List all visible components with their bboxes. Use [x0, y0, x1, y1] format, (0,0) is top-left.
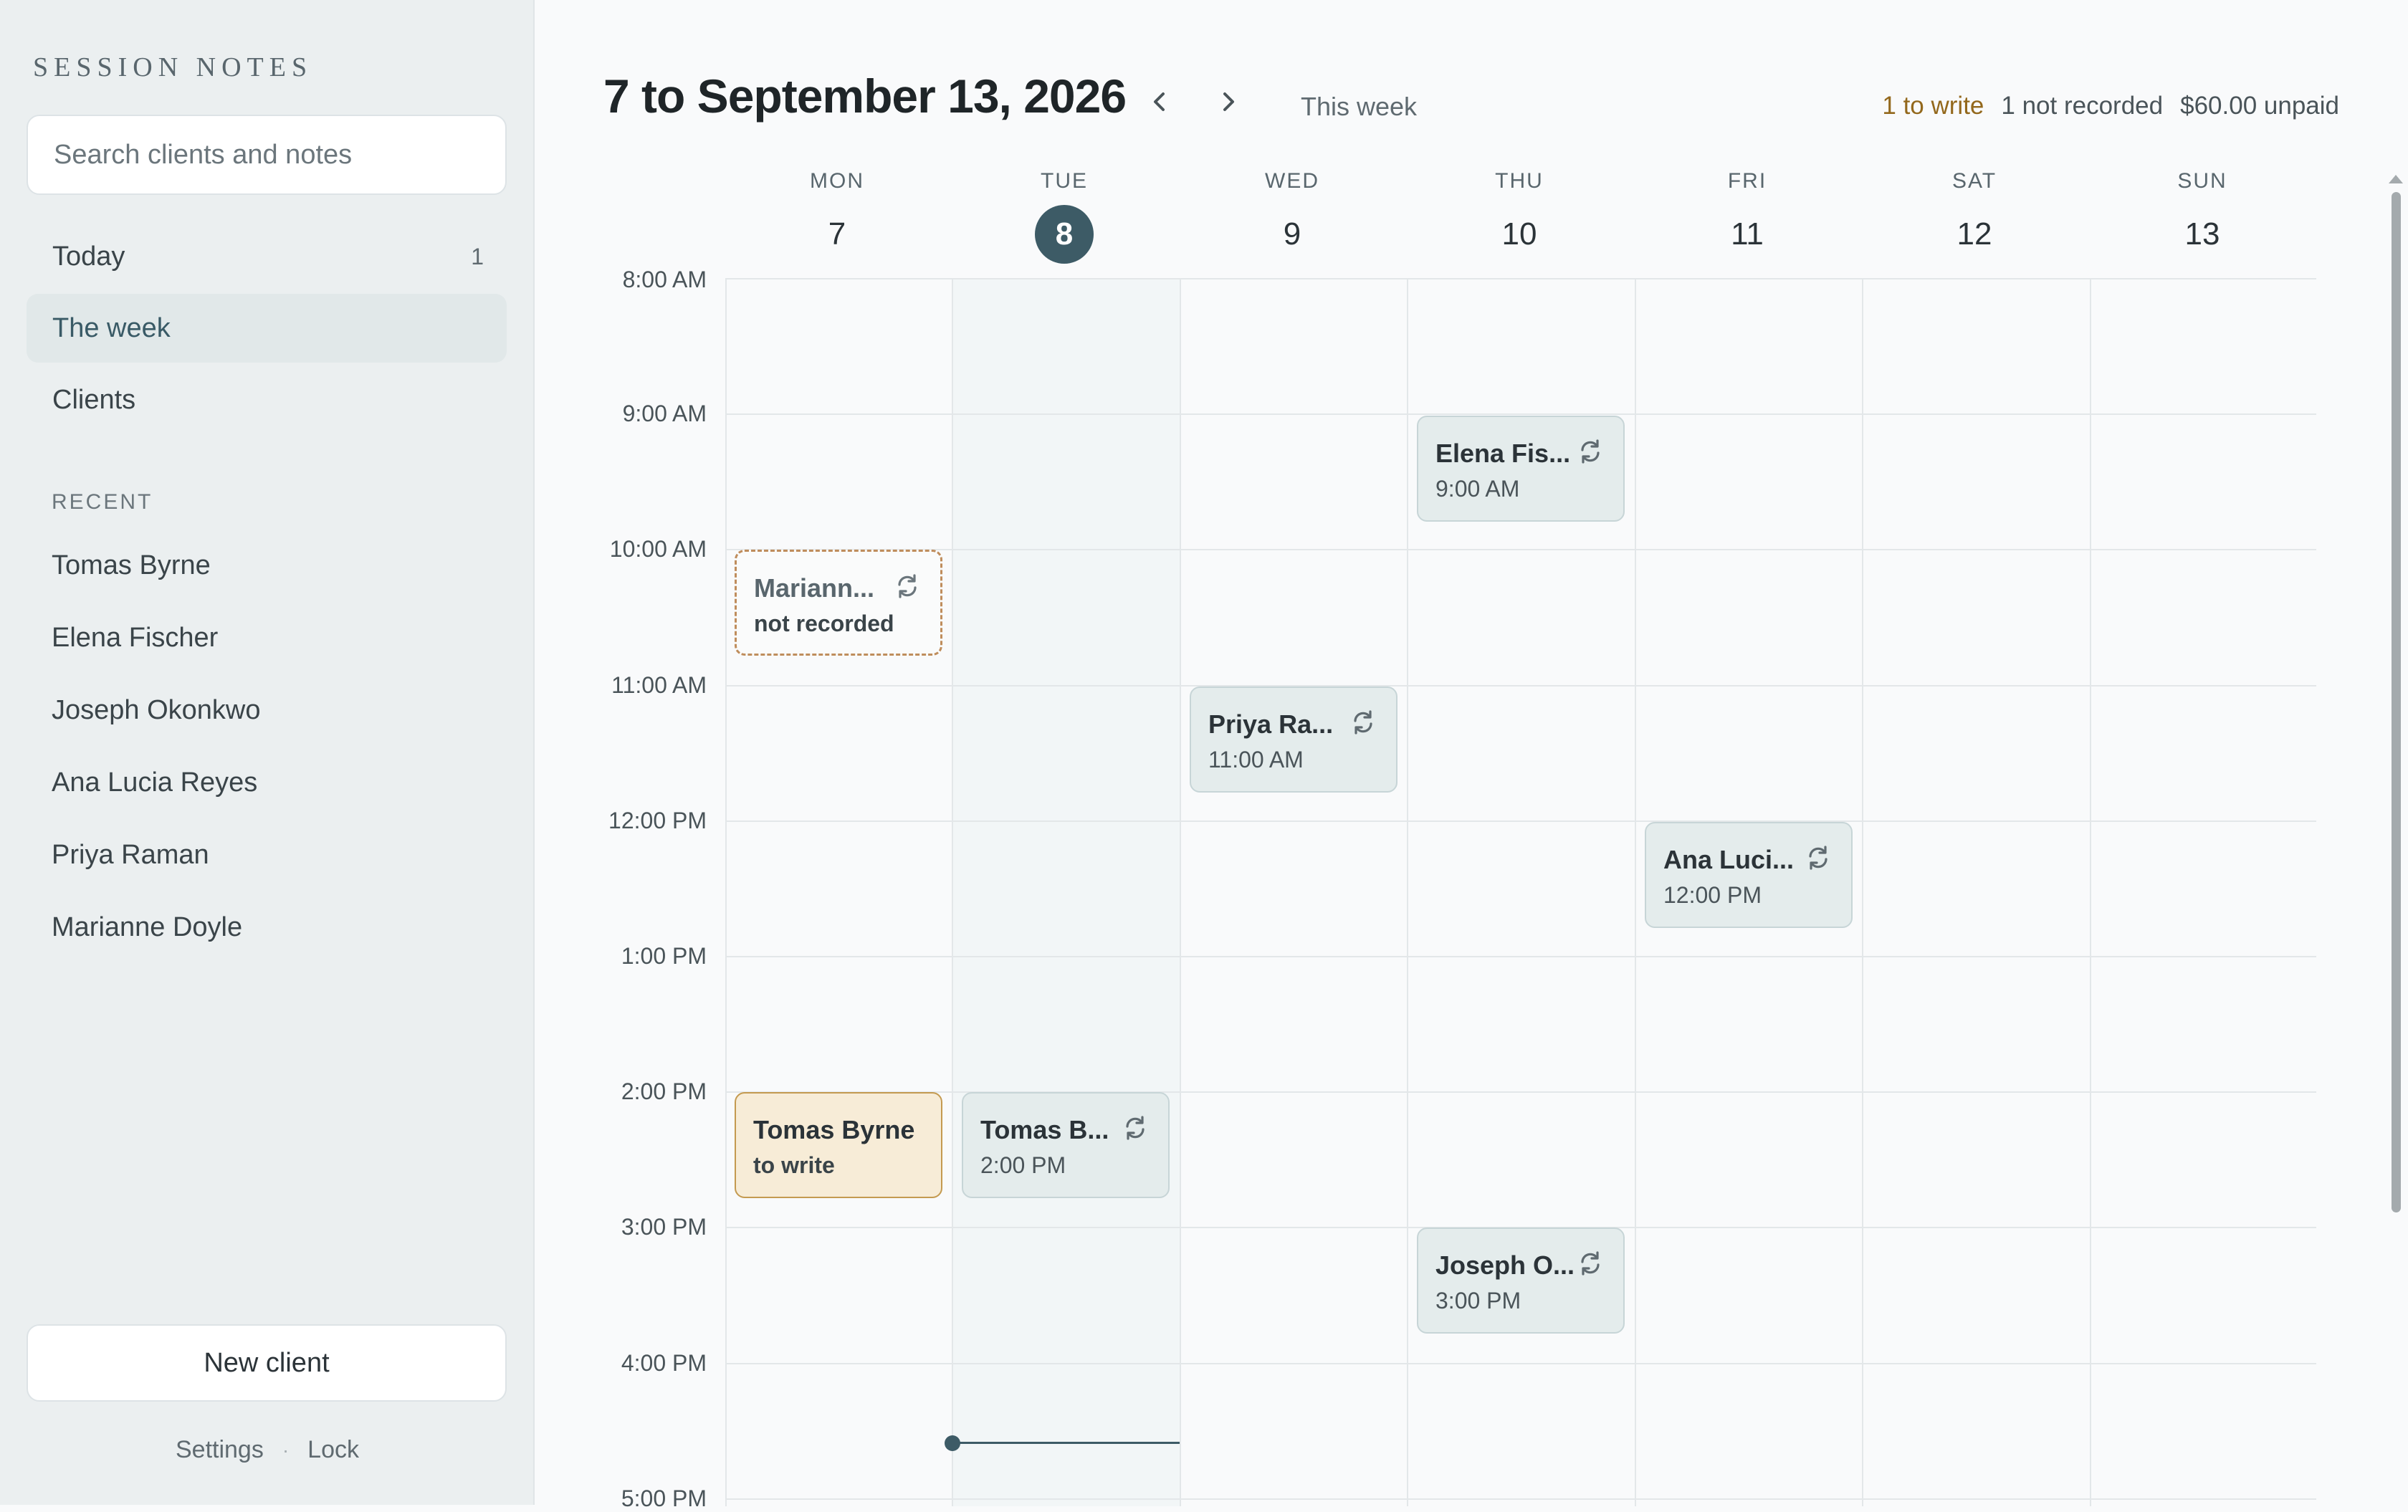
- day-header-fri: FRI 11: [1634, 169, 1860, 264]
- current-time-line: [952, 1442, 1180, 1444]
- session-event[interactable]: Tomas B... 2:00 PM: [962, 1092, 1170, 1198]
- event-client-name: Joseph O...: [1435, 1250, 1575, 1280]
- session-event[interactable]: Priya Ra... 11:00 AM: [1190, 686, 1398, 793]
- nav-item-clients[interactable]: Clients: [27, 365, 507, 434]
- day-number: 11: [1731, 216, 1764, 252]
- time-label: 8:00 AM: [622, 267, 707, 292]
- lock-link[interactable]: Lock: [307, 1436, 359, 1464]
- sidebar: SESSION NOTES Today 1 The week Clients R…: [0, 0, 535, 1505]
- day-name: TUE: [1041, 169, 1088, 193]
- day-name: SUN: [2177, 169, 2227, 193]
- scroll-up-arrow[interactable]: [2389, 175, 2403, 183]
- not-recorded-count[interactable]: 1 not recorded: [2001, 92, 2163, 120]
- time-label: 4:00 PM: [621, 1350, 707, 1376]
- week-grid[interactable]: Elena Fis... 9:00 AM Mariann... not reco…: [725, 278, 2316, 1506]
- day-name: THU: [1495, 169, 1544, 193]
- nav-item-label: The week: [52, 312, 171, 343]
- scrollbar-thumb[interactable]: [2392, 192, 2401, 1212]
- day-name: SAT: [1951, 169, 1997, 193]
- day-header-mon: MON 7: [724, 169, 950, 264]
- today-day-number: 8: [1035, 205, 1094, 264]
- session-event-to-write[interactable]: Tomas Byrne to write: [735, 1092, 942, 1198]
- event-time: 3:00 PM: [1435, 1288, 1521, 1314]
- day-number: 13: [2184, 216, 2220, 252]
- recent-client[interactable]: Ana Lucia Reyes: [52, 767, 257, 798]
- event-client-name: Tomas B...: [980, 1115, 1109, 1144]
- recent-client[interactable]: Priya Raman: [52, 840, 209, 871]
- recent-client[interactable]: Tomas Byrne: [52, 550, 211, 581]
- today-count-badge: 1: [471, 243, 484, 269]
- repeat-icon: [1581, 439, 1600, 464]
- current-time-dot: [945, 1435, 960, 1451]
- time-label: 10:00 AM: [609, 536, 707, 562]
- nav-item-label: Today: [52, 241, 125, 272]
- session-event[interactable]: Joseph O... 3:00 PM: [1417, 1228, 1625, 1334]
- repeat-icon: [1581, 1251, 1600, 1276]
- repeat-icon: [1809, 846, 1828, 870]
- time-label: 2:00 PM: [621, 1078, 707, 1104]
- week-range-title: 7 to September 13, 2026: [603, 70, 1127, 123]
- event-time: 12:00 PM: [1663, 882, 1762, 908]
- this-week-button[interactable]: This week: [1301, 92, 1417, 122]
- recent-heading: RECENT: [52, 490, 153, 514]
- week-summary: 1 to write 1 not recorded $60.00 unpaid: [1882, 92, 2339, 120]
- sidebar-footer: Settings · Lock: [0, 1436, 535, 1464]
- nav-item-the-week[interactable]: The week: [27, 294, 507, 363]
- day-header-tue: TUE 8: [951, 169, 1177, 264]
- day-name: FRI: [1727, 169, 1767, 193]
- day-header-sun: SUN 13: [2089, 169, 2316, 264]
- time-label: 3:00 PM: [621, 1214, 707, 1240]
- time-label: 9:00 AM: [622, 401, 707, 426]
- settings-link[interactable]: Settings: [176, 1436, 264, 1464]
- session-event[interactable]: Ana Luci... 12:00 PM: [1645, 822, 1853, 928]
- repeat-icon: [1126, 1116, 1145, 1140]
- day-header-sat: SAT 12: [1861, 169, 2088, 264]
- repeat-icon: [1354, 710, 1372, 735]
- day-name: MON: [810, 169, 864, 193]
- new-client-button[interactable]: New client: [27, 1324, 507, 1402]
- search-input[interactable]: [27, 115, 507, 195]
- repeat-icon: [898, 574, 917, 598]
- day-header-thu: THU 10: [1406, 169, 1633, 264]
- event-client-name: Priya Ra...: [1208, 709, 1334, 739]
- event-client-name: Tomas Byrne: [753, 1115, 915, 1144]
- time-label: 5:00 PM: [621, 1485, 707, 1511]
- day-number: 12: [1956, 216, 1992, 252]
- nav-item-label: Clients: [52, 384, 136, 415]
- event-time: 11:00 AM: [1208, 747, 1304, 772]
- event-status: not recorded: [754, 611, 894, 636]
- time-label: 1:00 PM: [621, 943, 707, 969]
- event-client-name: Ana Luci...: [1663, 845, 1795, 874]
- event-time: 9:00 AM: [1435, 476, 1520, 502]
- day-header-wed: WED 9: [1179, 169, 1405, 264]
- day-number: 10: [1501, 216, 1537, 252]
- unpaid-amount[interactable]: $60.00 unpaid: [2180, 92, 2339, 120]
- time-label: 11:00 AM: [611, 672, 707, 698]
- day-name: WED: [1265, 169, 1319, 193]
- session-event[interactable]: Elena Fis... 9:00 AM: [1417, 416, 1625, 522]
- event-time: 2:00 PM: [980, 1152, 1066, 1178]
- day-number: 9: [1283, 216, 1301, 252]
- day-number: 7: [828, 216, 846, 252]
- time-label: 12:00 PM: [608, 808, 707, 833]
- chevron-right-icon[interactable]: [1210, 84, 1246, 120]
- footer-separator: ·: [282, 1438, 290, 1461]
- event-client-name: Elena Fis...: [1435, 439, 1571, 468]
- recent-client[interactable]: Marianne Doyle: [52, 912, 242, 943]
- event-status: to write: [753, 1152, 835, 1178]
- app-title: SESSION NOTES: [33, 52, 313, 82]
- to-write-count[interactable]: 1 to write: [1882, 92, 1984, 120]
- recent-client[interactable]: Elena Fischer: [52, 623, 218, 654]
- event-client-name: Mariann...: [754, 573, 875, 603]
- recent-client[interactable]: Joseph Okonkwo: [52, 695, 261, 726]
- chevron-left-icon[interactable]: [1142, 84, 1177, 120]
- session-event-not-recorded[interactable]: Mariann... not recorded: [735, 550, 942, 656]
- nav-item-today[interactable]: Today 1: [27, 222, 507, 291]
- today-column-highlight: [952, 279, 1180, 1506]
